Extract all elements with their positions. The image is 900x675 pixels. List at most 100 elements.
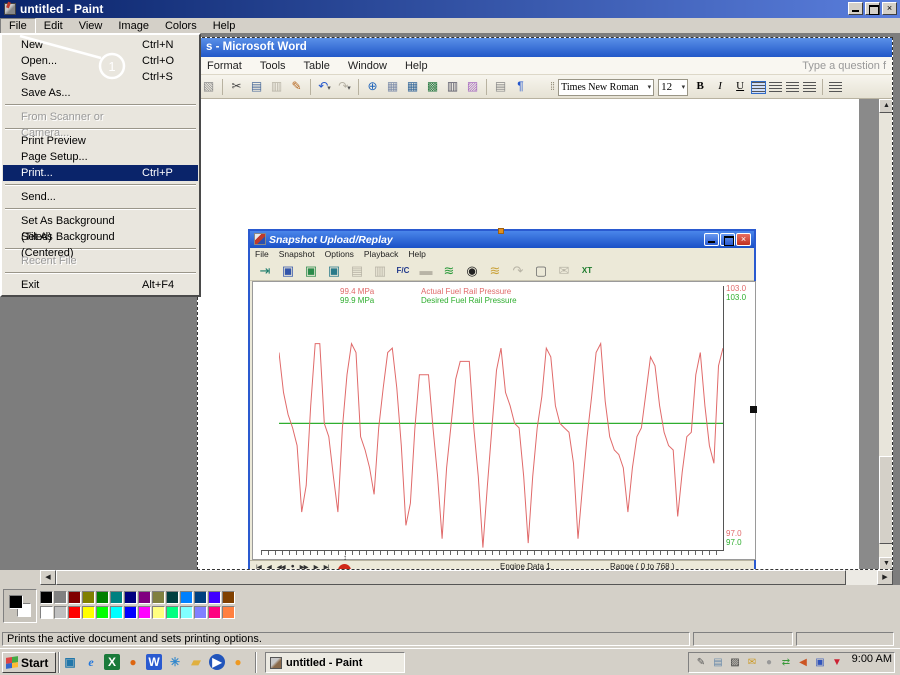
file-menu-exit[interactable]: ExitAlt+F4	[3, 277, 198, 293]
foreground-color-swatch[interactable]	[9, 595, 23, 609]
scroll-up-icon[interactable]: ▲	[879, 99, 893, 113]
word-menu-format[interactable]: Format	[198, 58, 251, 74]
palette-color[interactable]	[208, 591, 221, 604]
tools-icon[interactable]: XT	[578, 262, 596, 279]
palette-color[interactable]	[68, 606, 81, 619]
mail-tray-icon[interactable]: ✉	[745, 656, 759, 670]
build-tray-icon[interactable]: ▨	[728, 656, 742, 670]
pasted-word-screenshot[interactable]: s - Microsoft Word Type a question f For…	[197, 37, 893, 570]
temp-units-icon[interactable]: F/C	[394, 262, 412, 279]
exit-icon[interactable]: ⇥	[256, 262, 274, 279]
word-menu-help[interactable]: Help	[396, 58, 437, 74]
playback-button[interactable]: ▶▶	[300, 563, 308, 571]
blank-doc-icon[interactable]: ▢	[532, 262, 550, 279]
hyperlink-icon[interactable]: ⊕	[364, 78, 381, 95]
media-player-icon[interactable]: ▶	[209, 654, 225, 670]
minimize-icon[interactable]	[704, 233, 719, 246]
palette-color[interactable]	[180, 606, 193, 619]
snapshot-menu-help[interactable]: Help	[403, 249, 430, 259]
shield-tray-icon[interactable]: ▼	[830, 656, 844, 670]
volume-tray-icon[interactable]: ◀	[796, 656, 810, 670]
msn-icon[interactable]: ✳	[167, 654, 183, 670]
file-menu-open[interactable]: Open...Ctrl+O	[3, 53, 198, 69]
scroll-down-icon[interactable]: ▼	[879, 557, 893, 570]
copy-icon[interactable]: ▤	[248, 78, 265, 95]
cut-icon[interactable]: ✂	[228, 78, 245, 95]
selection-handle-top[interactable]	[498, 228, 504, 234]
align-justify-button[interactable]	[803, 82, 816, 93]
file-menu-set-as-background-tiled[interactable]: Set As Background (Tiled)	[3, 213, 198, 229]
word-menu-tools[interactable]: Tools	[251, 58, 295, 74]
palette-color[interactable]	[152, 606, 165, 619]
playback-button[interactable]: ◀	[267, 563, 271, 571]
numbered-list-button[interactable]	[829, 82, 842, 93]
type-a-question-box[interactable]: Type a question f	[802, 60, 886, 72]
bold-button[interactable]: B	[692, 79, 708, 95]
palette-color[interactable]	[96, 606, 109, 619]
minimize-icon[interactable]	[848, 2, 863, 15]
palette-color[interactable]	[222, 606, 235, 619]
palette-color[interactable]	[82, 606, 95, 619]
palette-color[interactable]	[138, 591, 151, 604]
word-menu-table[interactable]: Table	[295, 58, 339, 74]
app-orange-icon[interactable]: ●	[230, 654, 246, 670]
sync-tray-icon[interactable]: ⇄	[779, 656, 793, 670]
chevron-down-icon[interactable]: ▾	[327, 85, 331, 92]
scrollbar-thumb[interactable]	[56, 570, 846, 585]
start-button[interactable]: Start	[2, 652, 56, 673]
chevron-down-icon[interactable]: ▾	[347, 85, 351, 92]
device-tray-icon[interactable]: ●	[762, 656, 776, 670]
toolbar-handle-icon[interactable]: ⁞⁞	[550, 81, 554, 93]
transfer-snapshot-icon[interactable]: ▣	[325, 262, 343, 279]
palette-color[interactable]	[68, 591, 81, 604]
palette-color[interactable]	[194, 591, 207, 604]
excel-icon[interactable]: X	[104, 654, 120, 670]
playback-button[interactable]: ▶	[314, 563, 318, 571]
tables-borders-icon[interactable]: ▦	[384, 78, 401, 95]
scroll-left-icon[interactable]: ◀	[40, 570, 56, 585]
selection-handle-right[interactable]	[750, 406, 757, 413]
file-menu-print[interactable]: Print...Ctrl+P	[3, 165, 198, 181]
notes-tray-icon[interactable]: ▤	[711, 656, 725, 670]
close-icon[interactable]: ×	[736, 233, 751, 246]
snapshot-menu-snapshot[interactable]: Snapshot	[274, 249, 320, 259]
current-colors-indicator[interactable]	[3, 589, 37, 623]
waveform-icon[interactable]: ≋	[440, 262, 458, 279]
palette-color[interactable]	[208, 606, 221, 619]
align-right-button[interactable]	[786, 82, 799, 93]
folder-icon[interactable]: ▰	[188, 654, 204, 670]
palette-color[interactable]	[54, 606, 67, 619]
file-menu-set-as-background-centered[interactable]: Set As Background (Centered)	[3, 229, 198, 245]
palette-color[interactable]	[40, 606, 53, 619]
display-tray-icon[interactable]: ▣	[813, 656, 827, 670]
show-desktop-icon[interactable]: ▣	[62, 654, 78, 670]
palette-color[interactable]	[54, 591, 67, 604]
palette-color[interactable]	[194, 606, 207, 619]
scroll-right-icon[interactable]: ▶	[877, 570, 893, 585]
file-menu-page-setup[interactable]: Page Setup...	[3, 149, 198, 165]
file-menu-save[interactable]: SaveCtrl+S	[3, 69, 198, 85]
playback-button[interactable]: ●	[291, 563, 294, 570]
palette-color[interactable]	[138, 606, 151, 619]
word-menu-window[interactable]: Window	[339, 58, 396, 74]
download-snapshot-icon[interactable]: ▣	[302, 262, 320, 279]
playback-button[interactable]: ◀◀	[277, 563, 285, 571]
paint-menu-file[interactable]: File	[0, 18, 36, 34]
columns-icon[interactable]: ▥	[444, 78, 461, 95]
underline-button[interactable]: U	[732, 79, 748, 95]
align-center-button[interactable]	[769, 82, 782, 93]
italic-button[interactable]: I	[712, 79, 728, 95]
maximize-icon[interactable]	[720, 233, 735, 246]
palette-color[interactable]	[40, 591, 53, 604]
palette-color[interactable]	[124, 606, 137, 619]
file-menu-new[interactable]: NewCtrl+N	[3, 37, 198, 53]
palette-color[interactable]	[124, 591, 137, 604]
playback-button[interactable]: |◀	[256, 563, 261, 571]
chart-icon[interactable]: ≋	[486, 262, 504, 279]
drawing-icon[interactable]: ▨	[464, 78, 481, 95]
palette-color[interactable]	[166, 591, 179, 604]
schedule-icon[interactable]: ●	[125, 654, 141, 670]
show-hide-icon[interactable]: ¶	[512, 78, 529, 95]
snapshot-window[interactable]: Snapshot Upload/Replay × FileSnapshotOpt…	[248, 229, 756, 570]
playback-button[interactable]: ▶|	[324, 563, 329, 571]
